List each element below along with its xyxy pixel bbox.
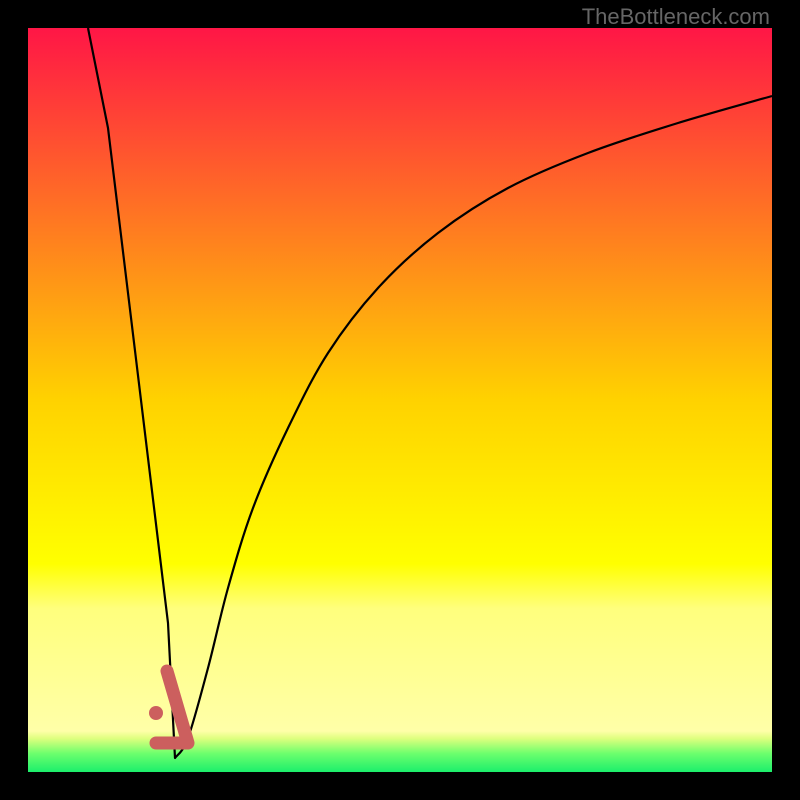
outer-black-frame: TheBottleneck.com [0, 0, 800, 800]
marker-dot [149, 706, 163, 720]
watermark-text: TheBottleneck.com [582, 4, 770, 30]
chart-svg [28, 28, 772, 772]
gradient-background [28, 28, 772, 772]
plot-area [28, 28, 772, 772]
